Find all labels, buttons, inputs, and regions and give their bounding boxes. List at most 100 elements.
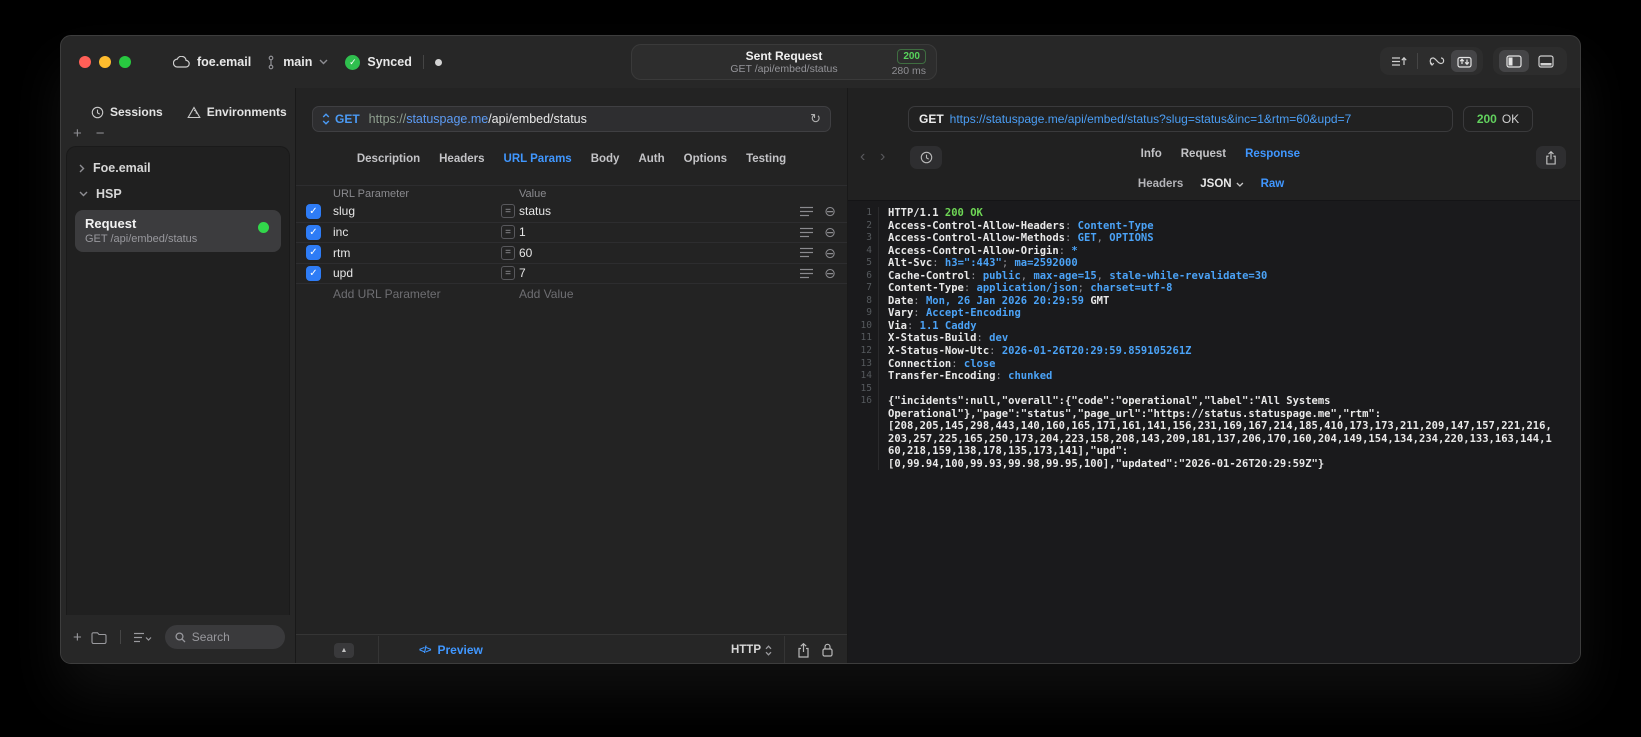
param-options-icon[interactable] <box>793 227 819 238</box>
line-number: 9 <box>848 307 879 320</box>
line-number: 6 <box>848 269 879 283</box>
request-tab-description[interactable]: Description <box>357 153 420 165</box>
param-operator-button[interactable]: = <box>501 266 515 281</box>
new-folder-button[interactable] <box>91 631 107 644</box>
bottom-panel-icon <box>1538 54 1554 68</box>
code-line: 2 Access-Control-Allow-Headers: Content-T… <box>848 219 1580 233</box>
send-receive-button[interactable] <box>1451 50 1477 72</box>
sent-request-status-pill[interactable]: Sent Request GET /api/embed/status 200 2… <box>631 44 937 80</box>
window-controls <box>79 56 131 68</box>
param-checkbox[interactable]: ✓ <box>306 224 321 240</box>
code-line: 3 Access-Control-Allow-Methods: GET, OPTI… <box>848 232 1580 245</box>
response-subtab-json[interactable]: JSON <box>1200 178 1244 190</box>
request-tab-body[interactable]: Body <box>591 153 620 165</box>
toggle-bottom-panel-button[interactable] <box>1531 50 1561 72</box>
response-tab-response[interactable]: Response <box>1245 148 1300 160</box>
branch-chevron-down-icon[interactable] <box>319 59 328 65</box>
response-subtab-raw[interactable]: Raw <box>1261 178 1285 190</box>
method-stepper-icon[interactable] <box>322 113 330 125</box>
param-options-icon[interactable] <box>793 247 819 258</box>
param-operator-button[interactable]: = <box>501 204 515 219</box>
param-column-header: URL Parameter <box>333 187 410 200</box>
param-checkbox[interactable]: ✓ <box>306 203 321 219</box>
add-value-placeholder[interactable]: Add Value <box>519 287 793 301</box>
resend-request-icon[interactable]: ↻ <box>810 111 821 127</box>
request-list-export-button[interactable] <box>1386 50 1412 72</box>
param-operator-button[interactable]: = <box>501 225 515 240</box>
cloud-icon <box>173 56 190 68</box>
param-operator-button[interactable]: = <box>501 245 515 260</box>
request-tab-auth[interactable]: Auth <box>638 153 664 165</box>
titlebar-actions <box>1380 47 1567 75</box>
remove-button[interactable]: − <box>96 126 105 142</box>
param-checkbox[interactable]: ✓ <box>306 265 321 281</box>
toggle-sidebar-button[interactable] <box>1499 50 1529 72</box>
app-window: foe.email main ✓ Synced Sent Request GET… <box>60 35 1581 664</box>
request-item-subtitle: GET /api/embed/status <box>85 233 198 245</box>
tab-sessions[interactable]: Sessions <box>91 105 163 119</box>
minimize-button[interactable] <box>99 56 111 68</box>
request-method[interactable]: GET <box>335 112 360 126</box>
history-button[interactable] <box>910 146 942 169</box>
url-path: /api/embed/status <box>488 112 587 126</box>
param-options-icon[interactable] <box>793 206 819 217</box>
code-line: 7 Content-Type: application/json; charset… <box>848 282 1580 295</box>
protocol-selector[interactable]: HTTP <box>731 644 772 656</box>
line-number: 16 <box>848 395 879 408</box>
request-list-item-selected[interactable]: Request GET /api/embed/status <box>75 210 281 252</box>
share-request-button[interactable] <box>797 642 810 658</box>
response-subtab-headers[interactable]: Headers <box>1138 178 1183 190</box>
request-tab-options[interactable]: Options <box>684 153 727 165</box>
add-param-placeholder[interactable]: Add URL Parameter <box>333 287 501 301</box>
branch-name[interactable]: main <box>283 55 312 69</box>
param-name[interactable]: upd <box>333 266 501 280</box>
response-url-box[interactable]: GET https://statuspage.me/api/embed/stat… <box>908 106 1453 132</box>
param-checkbox[interactable]: ✓ <box>306 245 321 261</box>
param-remove-icon[interactable]: ⊖ <box>819 266 841 280</box>
response-method: GET <box>919 112 944 126</box>
param-options-icon[interactable] <box>793 268 819 279</box>
add-button[interactable]: + <box>73 126 82 142</box>
lock-icon[interactable] <box>822 643 833 657</box>
history-forward-button[interactable]: › <box>880 146 885 168</box>
params-rows: ✓ slug = status ⊖ ✓ inc = 1 ⊖ ✓ rtm = 60 ⊖ ✓ upd = 7 ⊖ <box>296 201 847 283</box>
code-line: 6 Cache-Control: public, max-age=15, stal… <box>848 269 1580 283</box>
param-remove-icon[interactable]: ⊖ <box>819 246 841 260</box>
param-value[interactable]: 7 <box>519 266 793 280</box>
response-tab-info[interactable]: Info <box>1141 148 1162 160</box>
workspace-name[interactable]: foe.email <box>197 55 251 69</box>
request-tab-headers[interactable]: Headers <box>439 153 484 165</box>
lines-arrow-up-icon <box>1391 55 1407 68</box>
param-name[interactable]: inc <box>333 225 501 239</box>
param-value[interactable]: 1 <box>519 225 793 239</box>
request-url-text[interactable]: https://statuspage.me/api/embed/status <box>369 112 587 126</box>
param-value[interactable]: status <box>519 204 793 218</box>
tree-item-foe-email[interactable]: Foe.email <box>67 155 289 181</box>
response-tab-request[interactable]: Request <box>1181 148 1226 160</box>
request-success-dot <box>258 222 269 233</box>
zoom-button[interactable] <box>119 56 131 68</box>
tree-item-hsp[interactable]: HSP <box>67 181 289 207</box>
history-back-button[interactable]: ‹ <box>860 146 865 168</box>
stepper-chevrons-icon <box>765 644 772 656</box>
search-input[interactable]: Search <box>164 625 285 649</box>
new-request-button[interactable]: + <box>73 629 82 646</box>
close-button[interactable] <box>79 56 91 68</box>
param-name[interactable]: slug <box>333 204 501 218</box>
param-remove-icon[interactable]: ⊖ <box>819 204 841 218</box>
request-url-bar[interactable]: GET https://statuspage.me/api/embed/stat… <box>312 106 831 132</box>
param-remove-icon[interactable]: ⊖ <box>819 225 841 239</box>
request-tab-url-params[interactable]: URL Params <box>504 153 572 165</box>
tab-environments[interactable]: Environments <box>186 105 287 119</box>
param-value[interactable]: 60 <box>519 246 793 260</box>
preview-button[interactable]: </> Preview <box>419 643 483 657</box>
param-name[interactable]: rtm <box>333 246 501 260</box>
line-number <box>848 407 879 421</box>
export-response-button[interactable] <box>1536 146 1566 169</box>
flow-loop-button[interactable] <box>1423 50 1449 72</box>
request-tab-testing[interactable]: Testing <box>746 153 786 165</box>
sort-options-button[interactable] <box>133 632 152 643</box>
url-params-table: URL Parameter Value ✓ slug = status ⊖ ✓ inc = 1 ⊖… <box>296 185 847 304</box>
sync-status-label[interactable]: Synced <box>367 55 411 69</box>
expand-panel-button[interactable]: ▲ <box>334 642 354 658</box>
